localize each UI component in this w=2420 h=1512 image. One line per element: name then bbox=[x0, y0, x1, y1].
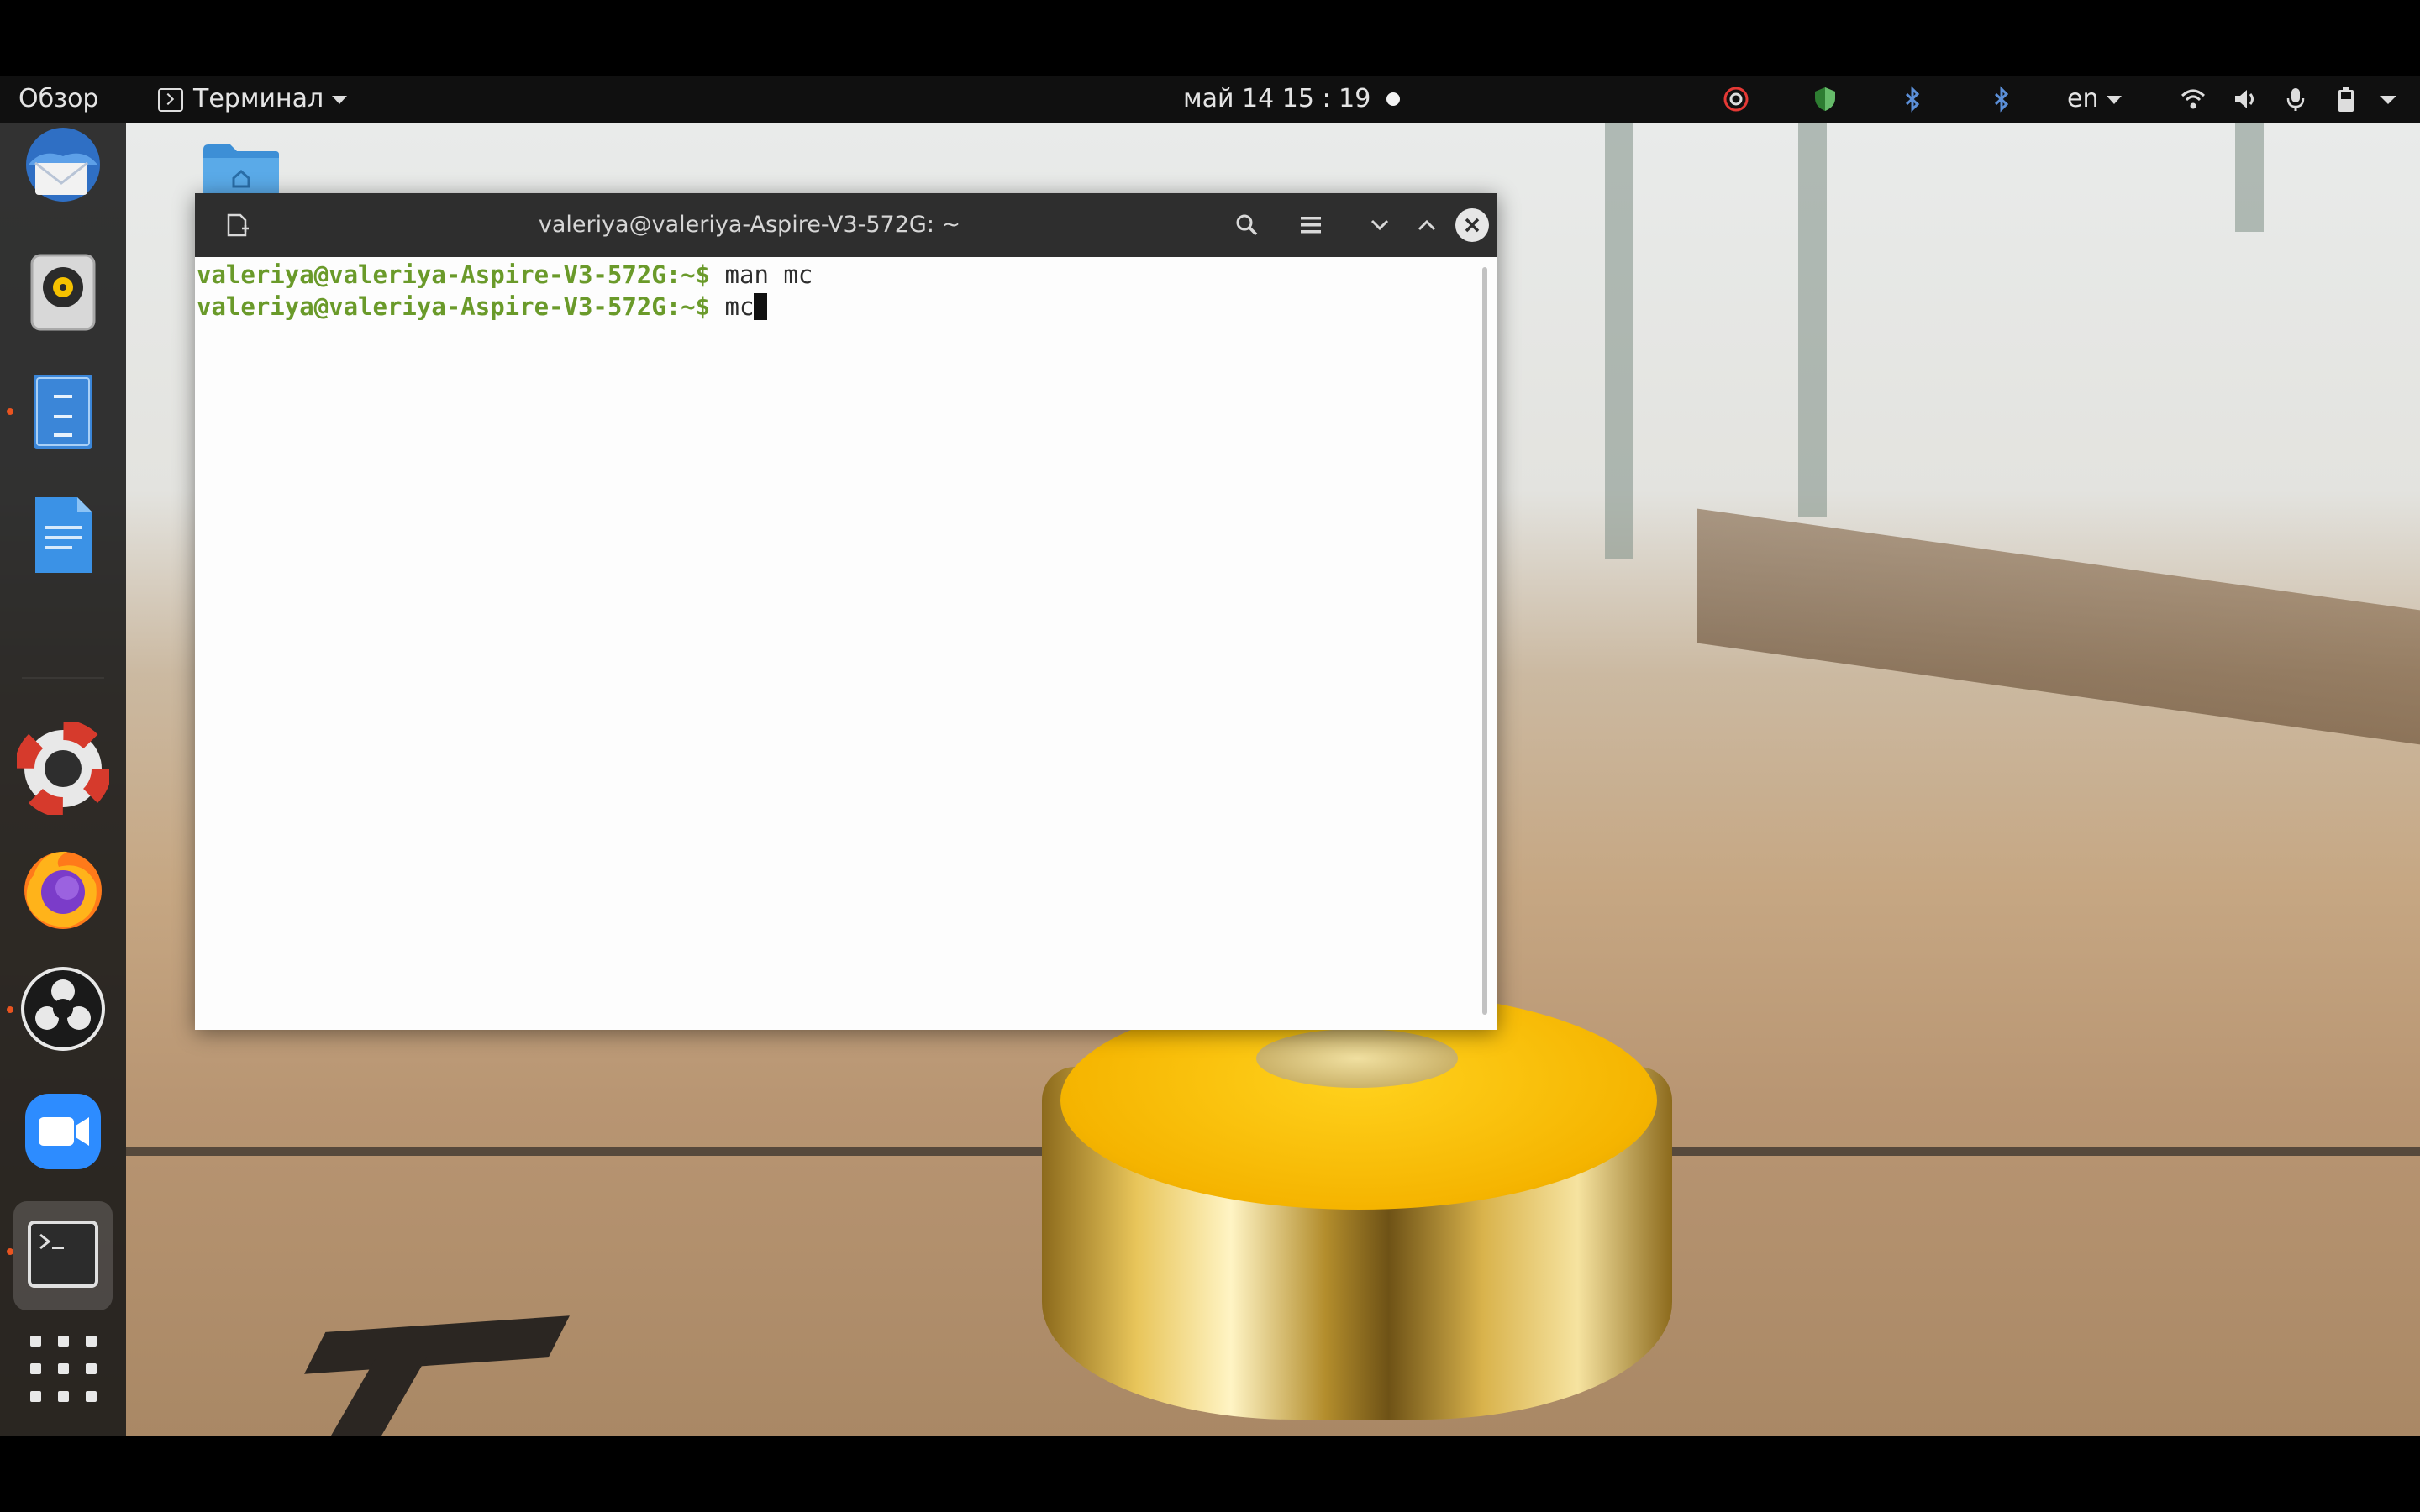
wallpaper-column bbox=[2235, 123, 2264, 232]
wallpaper-column bbox=[1605, 123, 1634, 559]
terminal-line: valeriya@valeriya-Aspire-V3-572G:~$ man … bbox=[197, 259, 813, 291]
terminal-icon bbox=[28, 1221, 98, 1288]
terminal-small-icon bbox=[158, 87, 183, 112]
notification-dot-icon bbox=[1386, 92, 1400, 106]
obs-icon bbox=[21, 967, 105, 1051]
bluetooth-icon[interactable] bbox=[1899, 86, 1926, 113]
thunderbird-icon bbox=[26, 128, 100, 202]
dock-separator bbox=[22, 677, 104, 679]
dock-item-help[interactable] bbox=[14, 720, 112, 817]
shell-prompt: valeriya@valeriya-Aspire-V3-572G:~$ bbox=[197, 292, 711, 321]
terminal-window[interactable]: valeriya@valeriya-Aspire-V3-572G: ~ vale… bbox=[195, 193, 1497, 1030]
shell-command: mc bbox=[710, 292, 755, 321]
letterbox-top bbox=[0, 0, 2420, 76]
dock-item-obs[interactable] bbox=[17, 963, 109, 1055]
dock bbox=[0, 123, 126, 1436]
running-indicator bbox=[7, 408, 13, 415]
dock-item-zoom[interactable] bbox=[17, 1085, 109, 1178]
wallpaper-column bbox=[1798, 123, 1827, 517]
bluetooth-icon[interactable] bbox=[1988, 86, 2015, 113]
wallpaper-bench bbox=[1697, 508, 2420, 745]
language-label: en bbox=[2067, 84, 2099, 113]
dropdown-arrow-icon bbox=[2107, 95, 2123, 104]
activities-button[interactable]: Обзор bbox=[18, 76, 98, 123]
letterbox-bottom bbox=[0, 1436, 2420, 1512]
text-cursor bbox=[754, 293, 768, 320]
system-menu-arrow-icon[interactable] bbox=[2375, 86, 2402, 113]
home-folder-icon[interactable] bbox=[202, 141, 281, 195]
app-menu-button[interactable]: Терминал bbox=[158, 76, 348, 123]
rhythmbox-icon bbox=[30, 254, 96, 331]
app-menu-label: Терминал bbox=[193, 84, 324, 113]
terminal-line: valeriya@valeriya-Aspire-V3-572G:~$ mc bbox=[197, 291, 768, 323]
close-icon[interactable] bbox=[1454, 207, 1491, 244]
dropdown-arrow-icon bbox=[332, 95, 348, 104]
shell-command: man mc bbox=[710, 260, 813, 289]
dock-item-files[interactable] bbox=[17, 366, 109, 459]
top-panel: Обзор Терминал май 14 15 : 19 en bbox=[0, 76, 2420, 123]
dock-item-text-editor[interactable] bbox=[17, 489, 109, 581]
dock-item-terminal[interactable] bbox=[13, 1201, 113, 1310]
wifi-icon[interactable] bbox=[2180, 86, 2207, 113]
files-icon bbox=[34, 375, 92, 449]
hamburger-menu-icon[interactable] bbox=[1292, 207, 1329, 244]
clock-button[interactable]: май 14 15 : 19 bbox=[1183, 76, 1370, 123]
dock-item-thunderbird[interactable] bbox=[17, 123, 109, 215]
shield-icon[interactable] bbox=[1812, 86, 1839, 113]
terminal-output[interactable]: valeriya@valeriya-Aspire-V3-572G:~$ man … bbox=[195, 257, 1497, 1030]
volume-icon[interactable] bbox=[2232, 86, 2259, 113]
zoom-icon bbox=[25, 1094, 101, 1169]
microphone-icon[interactable] bbox=[2282, 86, 2309, 113]
new-tab-icon[interactable] bbox=[218, 207, 255, 244]
dock-item-firefox[interactable] bbox=[17, 842, 109, 934]
battery-icon[interactable] bbox=[2333, 86, 2360, 113]
minimize-icon[interactable] bbox=[1361, 207, 1398, 244]
search-icon[interactable] bbox=[1228, 207, 1265, 244]
text-editor-icon bbox=[35, 497, 92, 573]
terminal-header-bar[interactable]: valeriya@valeriya-Aspire-V3-572G: ~ bbox=[195, 193, 1497, 257]
keyboard-layout-button[interactable]: en bbox=[2067, 76, 2123, 123]
running-indicator bbox=[7, 1248, 13, 1255]
running-indicator bbox=[7, 1006, 13, 1013]
show-applications-icon[interactable] bbox=[30, 1336, 97, 1403]
help-icon bbox=[14, 720, 112, 817]
wallpaper-puck-logo bbox=[1256, 1029, 1458, 1088]
shell-prompt: valeriya@valeriya-Aspire-V3-572G:~$ bbox=[197, 260, 711, 289]
wallpaper-number-shape bbox=[304, 1315, 570, 1374]
terminal-scrollbar[interactable] bbox=[1482, 267, 1487, 1015]
firefox-icon bbox=[24, 851, 102, 929]
dock-item-rhythmbox[interactable] bbox=[17, 245, 109, 338]
maximize-icon[interactable] bbox=[1408, 207, 1445, 244]
terminal-title: valeriya@valeriya-Aspire-V3-572G: ~ bbox=[538, 212, 961, 238]
screen-record-icon[interactable] bbox=[1723, 86, 1749, 113]
